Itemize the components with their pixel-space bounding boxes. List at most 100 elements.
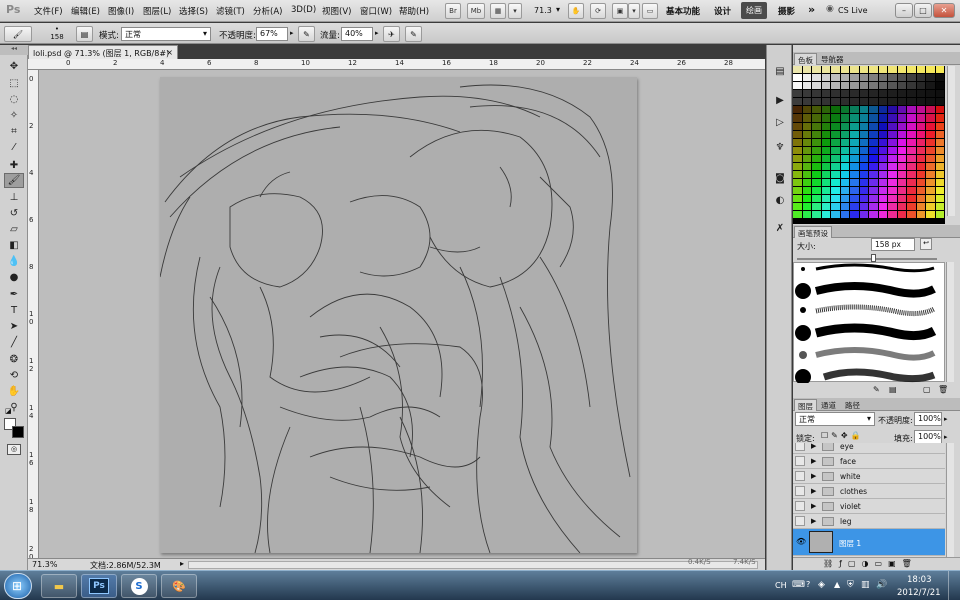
layer-opacity-dropdown-icon[interactable]: ▸ <box>944 415 948 423</box>
layer-row[interactable]: ▶ clothes <box>793 484 945 499</box>
swatch-cell[interactable] <box>907 66 916 74</box>
swatch-cell[interactable] <box>878 203 887 211</box>
swatch-cell[interactable] <box>812 187 821 195</box>
swatch-cell[interactable] <box>907 203 916 211</box>
brush-tool[interactable]: 🖌 <box>4 173 24 188</box>
swatch-cell[interactable] <box>802 170 811 179</box>
close-button[interactable]: ✕ <box>933 3 955 18</box>
swatch-cell[interactable] <box>821 195 830 203</box>
tab-brush-presets[interactable]: 画笔预设 <box>794 226 832 238</box>
lock-icons[interactable]: ☐✎✥🔒 <box>821 431 864 440</box>
swatch-cell[interactable] <box>916 170 925 179</box>
tab-paths[interactable]: 路径 <box>842 399 863 411</box>
cs-live-button[interactable]: CS Live <box>838 6 868 15</box>
swatch-cell[interactable] <box>869 90 878 98</box>
layer-row[interactable]: ▶ eye <box>793 443 945 454</box>
swatch-cell[interactable] <box>859 179 868 187</box>
swatch-cell[interactable] <box>840 179 849 187</box>
brush-size-field[interactable]: 158 px <box>871 238 915 251</box>
swatch-cell[interactable] <box>888 195 897 203</box>
actions-panel-button[interactable]: ▶ <box>772 93 788 107</box>
swatch-cell[interactable] <box>821 90 830 98</box>
swatch-cell[interactable] <box>907 211 916 219</box>
swatch-cell[interactable] <box>926 106 935 114</box>
swatch-cell[interactable] <box>935 74 944 82</box>
workspace-design[interactable]: 设计 <box>714 5 731 17</box>
swatch-cell[interactable] <box>831 122 840 130</box>
swatch-cell[interactable] <box>926 138 935 146</box>
swatch-cell[interactable] <box>935 98 944 106</box>
play-panel-button[interactable]: ▷ <box>772 115 788 129</box>
swatch-cell[interactable] <box>831 162 840 170</box>
swatch-cell[interactable] <box>878 130 887 138</box>
swatch-cell[interactable] <box>926 187 935 195</box>
swatch-cell[interactable] <box>869 74 878 82</box>
menu-view[interactable]: 视图(V) <box>322 5 351 17</box>
dodge-tool[interactable]: ● <box>4 270 24 285</box>
quick-mask-button[interactable]: ◎ <box>7 444 21 455</box>
fill-dropdown-icon[interactable]: ▸ <box>944 433 948 441</box>
swatch-cell[interactable] <box>850 90 859 98</box>
layer-row[interactable]: ▶ violet <box>793 499 945 514</box>
swatch-cell[interactable] <box>878 138 887 146</box>
swatch-cell[interactable] <box>907 74 916 82</box>
swatch-cell[interactable] <box>793 179 802 187</box>
swatch-cell[interactable] <box>840 187 849 195</box>
swatch-cell[interactable] <box>869 187 878 195</box>
swatch-cell[interactable] <box>897 203 906 211</box>
tray-expand-icon[interactable]: ▲ <box>834 580 840 589</box>
swatch-cell[interactable] <box>802 162 811 170</box>
swatch-cell[interactable] <box>802 82 811 90</box>
tool-preset-picker[interactable]: 🖌 <box>4 26 32 42</box>
swatch-cell[interactable] <box>935 90 944 98</box>
swatch-cell[interactable] <box>897 90 906 98</box>
swatch-cell[interactable] <box>916 66 925 74</box>
swatch-cell[interactable] <box>859 66 868 74</box>
screen-mode-button[interactable]: ▭ <box>642 3 658 19</box>
swatch-cell[interactable] <box>869 146 878 154</box>
swatch-cell[interactable] <box>888 138 897 146</box>
swatch-cell[interactable] <box>869 195 878 203</box>
swatch-cell[interactable] <box>935 130 944 138</box>
swatch-cell[interactable] <box>907 122 916 130</box>
swatch-cell[interactable] <box>821 66 830 74</box>
move-tool[interactable]: ✥ <box>4 59 24 74</box>
swatch-cell[interactable] <box>793 187 802 195</box>
swatch-cell[interactable] <box>850 98 859 106</box>
swatch-cell[interactable] <box>897 66 906 74</box>
taskbar-photoshop[interactable]: Ps <box>81 574 117 598</box>
swatch-cell[interactable] <box>831 170 840 179</box>
swatch-cell[interactable] <box>935 187 944 195</box>
swatch-cell[interactable] <box>821 82 830 90</box>
brush-picker[interactable]: • 158 <box>46 25 68 43</box>
menu-edit[interactable]: 编辑(E) <box>71 5 100 17</box>
swatch-cell[interactable] <box>907 106 916 114</box>
swatch-cell[interactable] <box>821 154 830 162</box>
3d-camera-tool[interactable]: ⟲ <box>4 368 24 383</box>
brush-list-scrollbar[interactable] <box>946 262 954 382</box>
swatch-cell[interactable] <box>935 179 944 187</box>
type-tool[interactable]: T <box>4 303 24 318</box>
close-document-icon[interactable]: × <box>166 48 173 57</box>
swatch-cell[interactable] <box>935 146 944 154</box>
swatch-cell[interactable] <box>907 170 916 179</box>
swatch-cell[interactable] <box>802 154 811 162</box>
swatch-cell[interactable] <box>878 170 887 179</box>
swatch-cell[interactable] <box>831 98 840 106</box>
minibridge-button[interactable]: Mb <box>467 3 485 19</box>
swatch-cell[interactable] <box>831 106 840 114</box>
swatch-cell[interactable] <box>935 66 944 74</box>
document-tab[interactable]: loli.psd @ 71.3% (图层 1, RGB/8#) * × <box>28 45 178 68</box>
layer-row-active[interactable]: 👁 图层 1 <box>793 529 945 556</box>
swatch-cell[interactable] <box>812 195 821 203</box>
swatch-cell[interactable] <box>850 122 859 130</box>
swatch-cell[interactable] <box>821 179 830 187</box>
swatch-cell[interactable] <box>926 203 935 211</box>
swatch-cell[interactable] <box>831 195 840 203</box>
swatch-cell[interactable] <box>793 130 802 138</box>
swatch-cell[interactable] <box>926 154 935 162</box>
swatch-cell[interactable] <box>802 130 811 138</box>
swatch-cell[interactable] <box>916 114 925 122</box>
swatch-cell[interactable] <box>802 146 811 154</box>
swatch-cell[interactable] <box>897 106 906 114</box>
